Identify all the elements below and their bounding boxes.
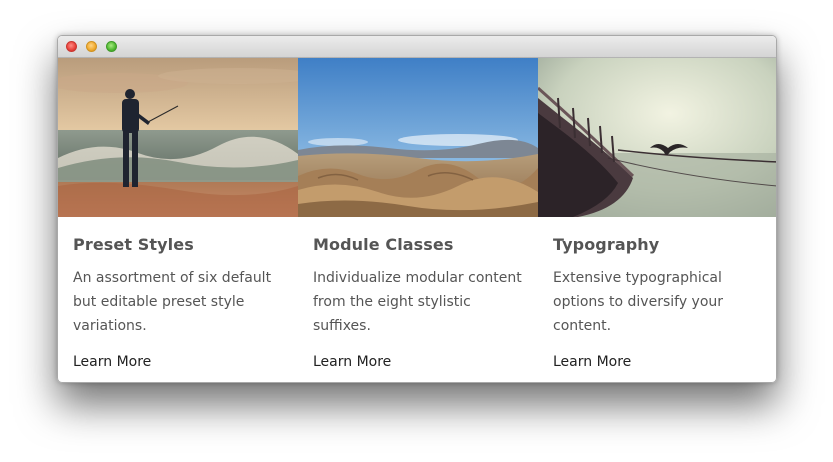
card-title: Module Classes [313,235,454,254]
learn-more-link[interactable]: Learn More [313,354,391,370]
close-window-button[interactable] [66,41,77,52]
rolling-hills-photo [298,58,538,217]
browser-window: Preset Styles An assortment of six defau… [57,35,777,383]
title-bar [58,36,776,58]
learn-more-link[interactable]: Learn More [553,354,631,370]
card-description: Individualize modular content from the e… [313,270,522,334]
card-title: Preset Styles [73,235,194,254]
boat-and-bird-photo [538,58,776,217]
zoom-window-button[interactable] [106,41,117,52]
card-description: An assortment of six default but editabl… [73,270,272,334]
feature-card-preset-styles: Preset Styles An assortment of six defau… [58,58,298,382]
card-title: Typography [553,235,660,254]
fisherman-on-shore-photo [58,58,298,217]
card-description: Extensive typographical options to diver… [553,270,724,334]
feature-card-module-classes: Module Classes Individualize modular con… [298,58,538,382]
learn-more-link[interactable]: Learn More [73,354,151,370]
minimize-window-button[interactable] [86,41,97,52]
stage: Preset Styles An assortment of six defau… [0,0,833,462]
feature-card-typography: Typography Extensive typographical optio… [538,58,776,382]
feature-columns: Preset Styles An assortment of six defau… [58,58,776,382]
